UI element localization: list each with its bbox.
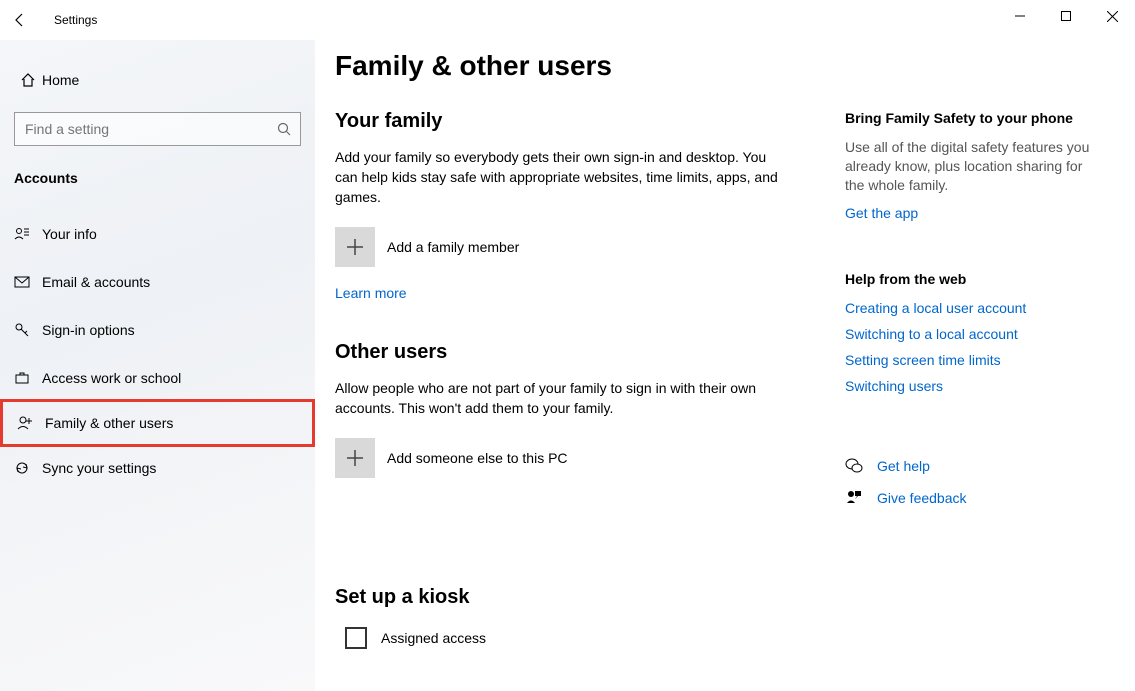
sidebar-item-email[interactable]: Email & accounts [0,258,315,306]
get-help-row[interactable]: Get help [845,457,1105,475]
others-heading: Other users [335,341,785,364]
sidebar-item-signin[interactable]: Sign-in options [0,306,315,354]
titlebar: Settings [0,0,1135,40]
add-person-icon [17,415,45,431]
sidebar-item-label: Email & accounts [42,274,150,290]
window-controls [997,0,1135,32]
checkbox-icon [345,627,367,649]
home-label: Home [42,72,79,88]
person-card-icon [14,226,42,242]
sidebar-item-label: Family & other users [45,415,173,431]
others-desc: Allow people who are not part of your fa… [335,378,785,418]
sync-icon [14,460,42,476]
add-family-label: Add a family member [387,239,519,255]
family-desc: Add your family so everybody gets their … [335,147,785,207]
plus-icon [335,227,375,267]
home-nav[interactable]: Home [0,58,315,102]
family-safety-desc: Use all of the digital safety features y… [845,138,1105,195]
nav-list: Your info Email & accounts Sign-in optio… [0,210,315,492]
help-link[interactable]: Creating a local user account [845,299,1105,317]
sidebar-item-sync[interactable]: Sync your settings [0,444,315,492]
help-links: Creating a local user account Switching … [845,299,1105,395]
family-heading: Your family [335,110,785,133]
get-help-link: Get help [877,458,930,474]
help-chat-icon [845,457,863,475]
help-link[interactable]: Setting screen time limits [845,351,1105,369]
home-icon [14,72,42,88]
key-icon [14,322,42,338]
help-link[interactable]: Switching users [845,377,1105,395]
sidebar: Home Accounts Your info Email & accounts [0,40,315,691]
feedback-row[interactable]: Give feedback [845,489,1105,507]
sidebar-item-family[interactable]: Family & other users [0,399,315,447]
sidebar-item-label: Sync your settings [42,460,156,476]
sidebar-item-your-info[interactable]: Your info [0,210,315,258]
family-safety-heading: Bring Family Safety to your phone [845,110,1105,126]
maximize-button[interactable] [1043,0,1089,32]
get-app-link[interactable]: Get the app [845,205,918,221]
window-title: Settings [40,13,97,27]
search-wrap [14,112,301,146]
sidebar-item-label: Sign-in options [42,322,135,338]
plus-icon [335,438,375,478]
sidebar-item-work[interactable]: Access work or school [0,354,315,402]
add-other-button[interactable]: Add someone else to this PC [335,438,785,478]
page-title: Family & other users [335,50,1135,82]
content-left: Your family Add your family so everybody… [335,110,825,649]
feedback-icon [845,489,863,507]
sidebar-item-label: Access work or school [42,370,181,386]
feedback-link: Give feedback [877,490,967,506]
back-button[interactable] [0,0,40,40]
assigned-access-label: Assigned access [381,630,486,646]
sidebar-item-label: Your info [42,226,97,242]
minimize-button[interactable] [997,0,1043,32]
main: Family & other users Your family Add you… [335,40,1135,691]
assigned-access-button[interactable]: Assigned access [335,627,785,649]
add-family-button[interactable]: Add a family member [335,227,785,267]
search-input[interactable] [14,112,301,146]
help-link[interactable]: Switching to a local account [845,325,1105,343]
category-label: Accounts [0,160,315,204]
add-other-label: Add someone else to this PC [387,450,568,466]
help-web-heading: Help from the web [845,271,1105,287]
content-right: Bring Family Safety to your phone Use al… [845,110,1105,507]
kiosk-heading: Set up a kiosk [335,586,785,609]
briefcase-icon [14,370,42,386]
close-button[interactable] [1089,0,1135,32]
learn-more-link[interactable]: Learn more [335,285,407,301]
mail-icon [14,274,42,290]
